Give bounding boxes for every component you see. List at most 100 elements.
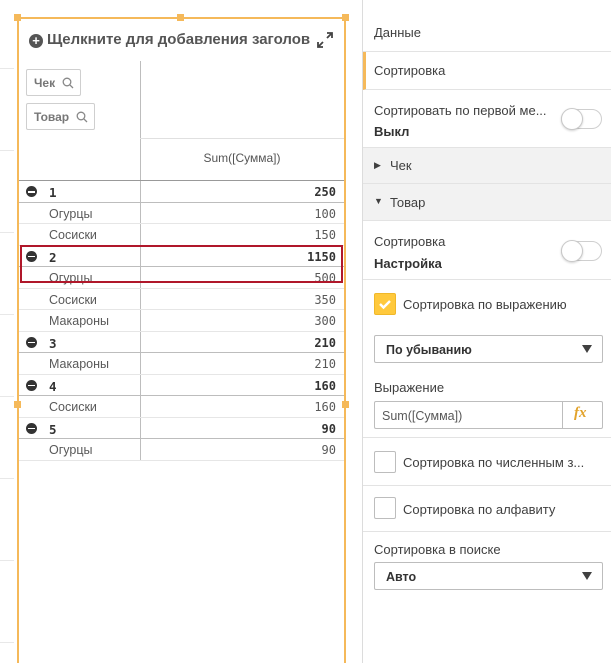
data-label: Данные: [374, 25, 421, 40]
dropdown-arrow-icon: [582, 345, 592, 353]
row-label: 3: [49, 335, 57, 351]
dropdown-arrow-icon: [582, 572, 592, 580]
grid-line: [0, 314, 14, 315]
caret-right-icon: ▶: [374, 160, 381, 170]
caret-down-icon: ▼: [374, 196, 383, 206]
sort-first-state: Выкл: [374, 124, 410, 139]
row-label: Макароны: [49, 314, 109, 328]
search-sort-label: Сортировка в поиске: [374, 542, 501, 557]
grid-line: [0, 68, 14, 69]
grid-line: [0, 396, 14, 397]
item-sort-toggle[interactable]: [561, 240, 602, 262]
sort-by-expression-checkbox[interactable]: [374, 293, 396, 315]
sort-first-row: Сортировать по первой ме... Выкл: [363, 90, 611, 148]
collapse-minus-icon[interactable]: [26, 379, 37, 391]
expression-label: Выражение: [374, 380, 445, 395]
expression-input[interactable]: Sum([Сумма]) fx: [374, 401, 603, 429]
item-sort-row: Сортировка Настройка: [363, 221, 611, 280]
item-row[interactable]: Макароны 300: [19, 310, 344, 332]
row-value: 150: [314, 228, 336, 242]
fx-icon: fx: [574, 405, 587, 421]
section-check[interactable]: ▶ Чек: [363, 148, 611, 184]
row-value: 90: [321, 421, 336, 436]
row-label: Сосиски: [49, 400, 97, 414]
dimension-label: Товар: [34, 110, 70, 124]
sort-by-expression-row[interactable]: Сортировка по выражению: [363, 280, 611, 328]
item-row[interactable]: Сосиски 160: [19, 396, 344, 418]
highlight-box: [20, 245, 343, 283]
collapse-minus-icon[interactable]: [26, 336, 37, 348]
dimension-button-check[interactable]: Чек: [26, 69, 82, 96]
sort-first-label: Сортировать по первой ме...: [374, 103, 547, 118]
sort-numeric-row[interactable]: Сортировка по численным з...: [363, 438, 611, 486]
sort-order-value: По убыванию: [386, 343, 472, 357]
item-row[interactable]: Сосиски 350: [19, 289, 344, 310]
row-value: 160: [314, 400, 336, 414]
item-row[interactable]: Огурцы 100: [19, 203, 344, 224]
expression-value: Sum([Сумма]): [382, 409, 463, 423]
row-label: 1: [49, 185, 57, 200]
group-row[interactable]: 5 90: [19, 418, 344, 439]
search-sort-value: Авто: [386, 570, 417, 584]
resize-handle[interactable]: [177, 14, 184, 21]
expression-editor-button[interactable]: fx: [562, 402, 602, 428]
sort-numeric-label: Сортировка по численным з...: [403, 455, 585, 470]
section-product[interactable]: ▼ Товар: [363, 184, 611, 221]
sort-alpha-row[interactable]: Сортировка по алфавиту: [363, 486, 611, 532]
item-row[interactable]: Огурцы 90: [19, 439, 344, 461]
row-label: 4: [49, 378, 57, 394]
properties-panel: Данные Сортировка Сортировать по первой …: [362, 0, 611, 663]
collapse-minus-icon[interactable]: [26, 422, 37, 434]
row-label: Макароны: [49, 357, 109, 371]
group-row[interactable]: 1 250: [19, 181, 344, 203]
object-title[interactable]: + Щелкните для добавления заголовка: [29, 31, 311, 48]
row-label: Огурцы: [49, 206, 93, 221]
dimension-button-product[interactable]: Товар: [26, 103, 96, 130]
item-row[interactable]: Сосиски 150: [19, 224, 344, 246]
dimension-label: Чек: [34, 76, 56, 90]
pivot-table-object[interactable]: + Щелкните для добавления заголовка Чек Т…: [14, 14, 349, 663]
search-icon: [77, 111, 88, 123]
sort-numeric-checkbox[interactable]: [374, 451, 396, 473]
row-label: Сосиски: [49, 228, 97, 242]
row-value: 250: [314, 185, 336, 199]
row-value: 100: [314, 206, 336, 221]
row-value: 210: [314, 357, 336, 371]
row-value: 160: [314, 378, 336, 393]
resize-handle[interactable]: [14, 14, 21, 21]
data-section-tab[interactable]: Данные: [363, 12, 611, 52]
row-label: Огурцы: [49, 443, 93, 457]
checkmark-icon: [379, 300, 391, 310]
item-sort-label: Сортировка: [374, 234, 446, 249]
sort-order-select[interactable]: По убыванию: [374, 335, 603, 363]
toggle-knob: [561, 108, 583, 130]
row-value: 300: [314, 314, 336, 328]
measure-header[interactable]: Sum([Сумма]): [140, 151, 344, 165]
section-label: Чек: [390, 158, 412, 173]
resize-handle[interactable]: [342, 14, 349, 21]
sort-first-toggle[interactable]: [561, 108, 602, 130]
object-title-text: Щелкните для добавления заголовка: [47, 31, 311, 48]
row-value: 350: [314, 292, 336, 307]
toggle-knob: [561, 240, 583, 262]
grid-line: [0, 150, 14, 151]
item-row[interactable]: Макароны 210: [19, 353, 344, 375]
group-row[interactable]: 3 210: [19, 332, 344, 353]
sorting-label: Сортировка: [374, 63, 446, 78]
sort-alpha-label: Сортировка по алфавиту: [403, 502, 556, 517]
grid-line: [0, 560, 14, 561]
expand-icon[interactable]: [316, 31, 334, 49]
sheet-canvas: + Щелкните для добавления заголовка Чек Т…: [0, 0, 362, 663]
grid-line: [0, 642, 14, 643]
sorting-section-tab[interactable]: Сортировка: [363, 52, 611, 90]
search-sort-select[interactable]: Авто: [374, 562, 603, 590]
plus-circle-icon: +: [29, 34, 43, 48]
collapse-minus-icon[interactable]: [26, 186, 37, 197]
header-separator: [140, 138, 344, 139]
group-row[interactable]: 4 160: [19, 375, 344, 396]
item-sort-state: Настройка: [374, 256, 442, 271]
row-label: 5: [49, 421, 57, 437]
section-label: Товар: [390, 195, 426, 210]
sort-by-expression-label: Сортировка по выражению: [403, 297, 567, 312]
sort-alpha-checkbox[interactable]: [374, 497, 396, 519]
